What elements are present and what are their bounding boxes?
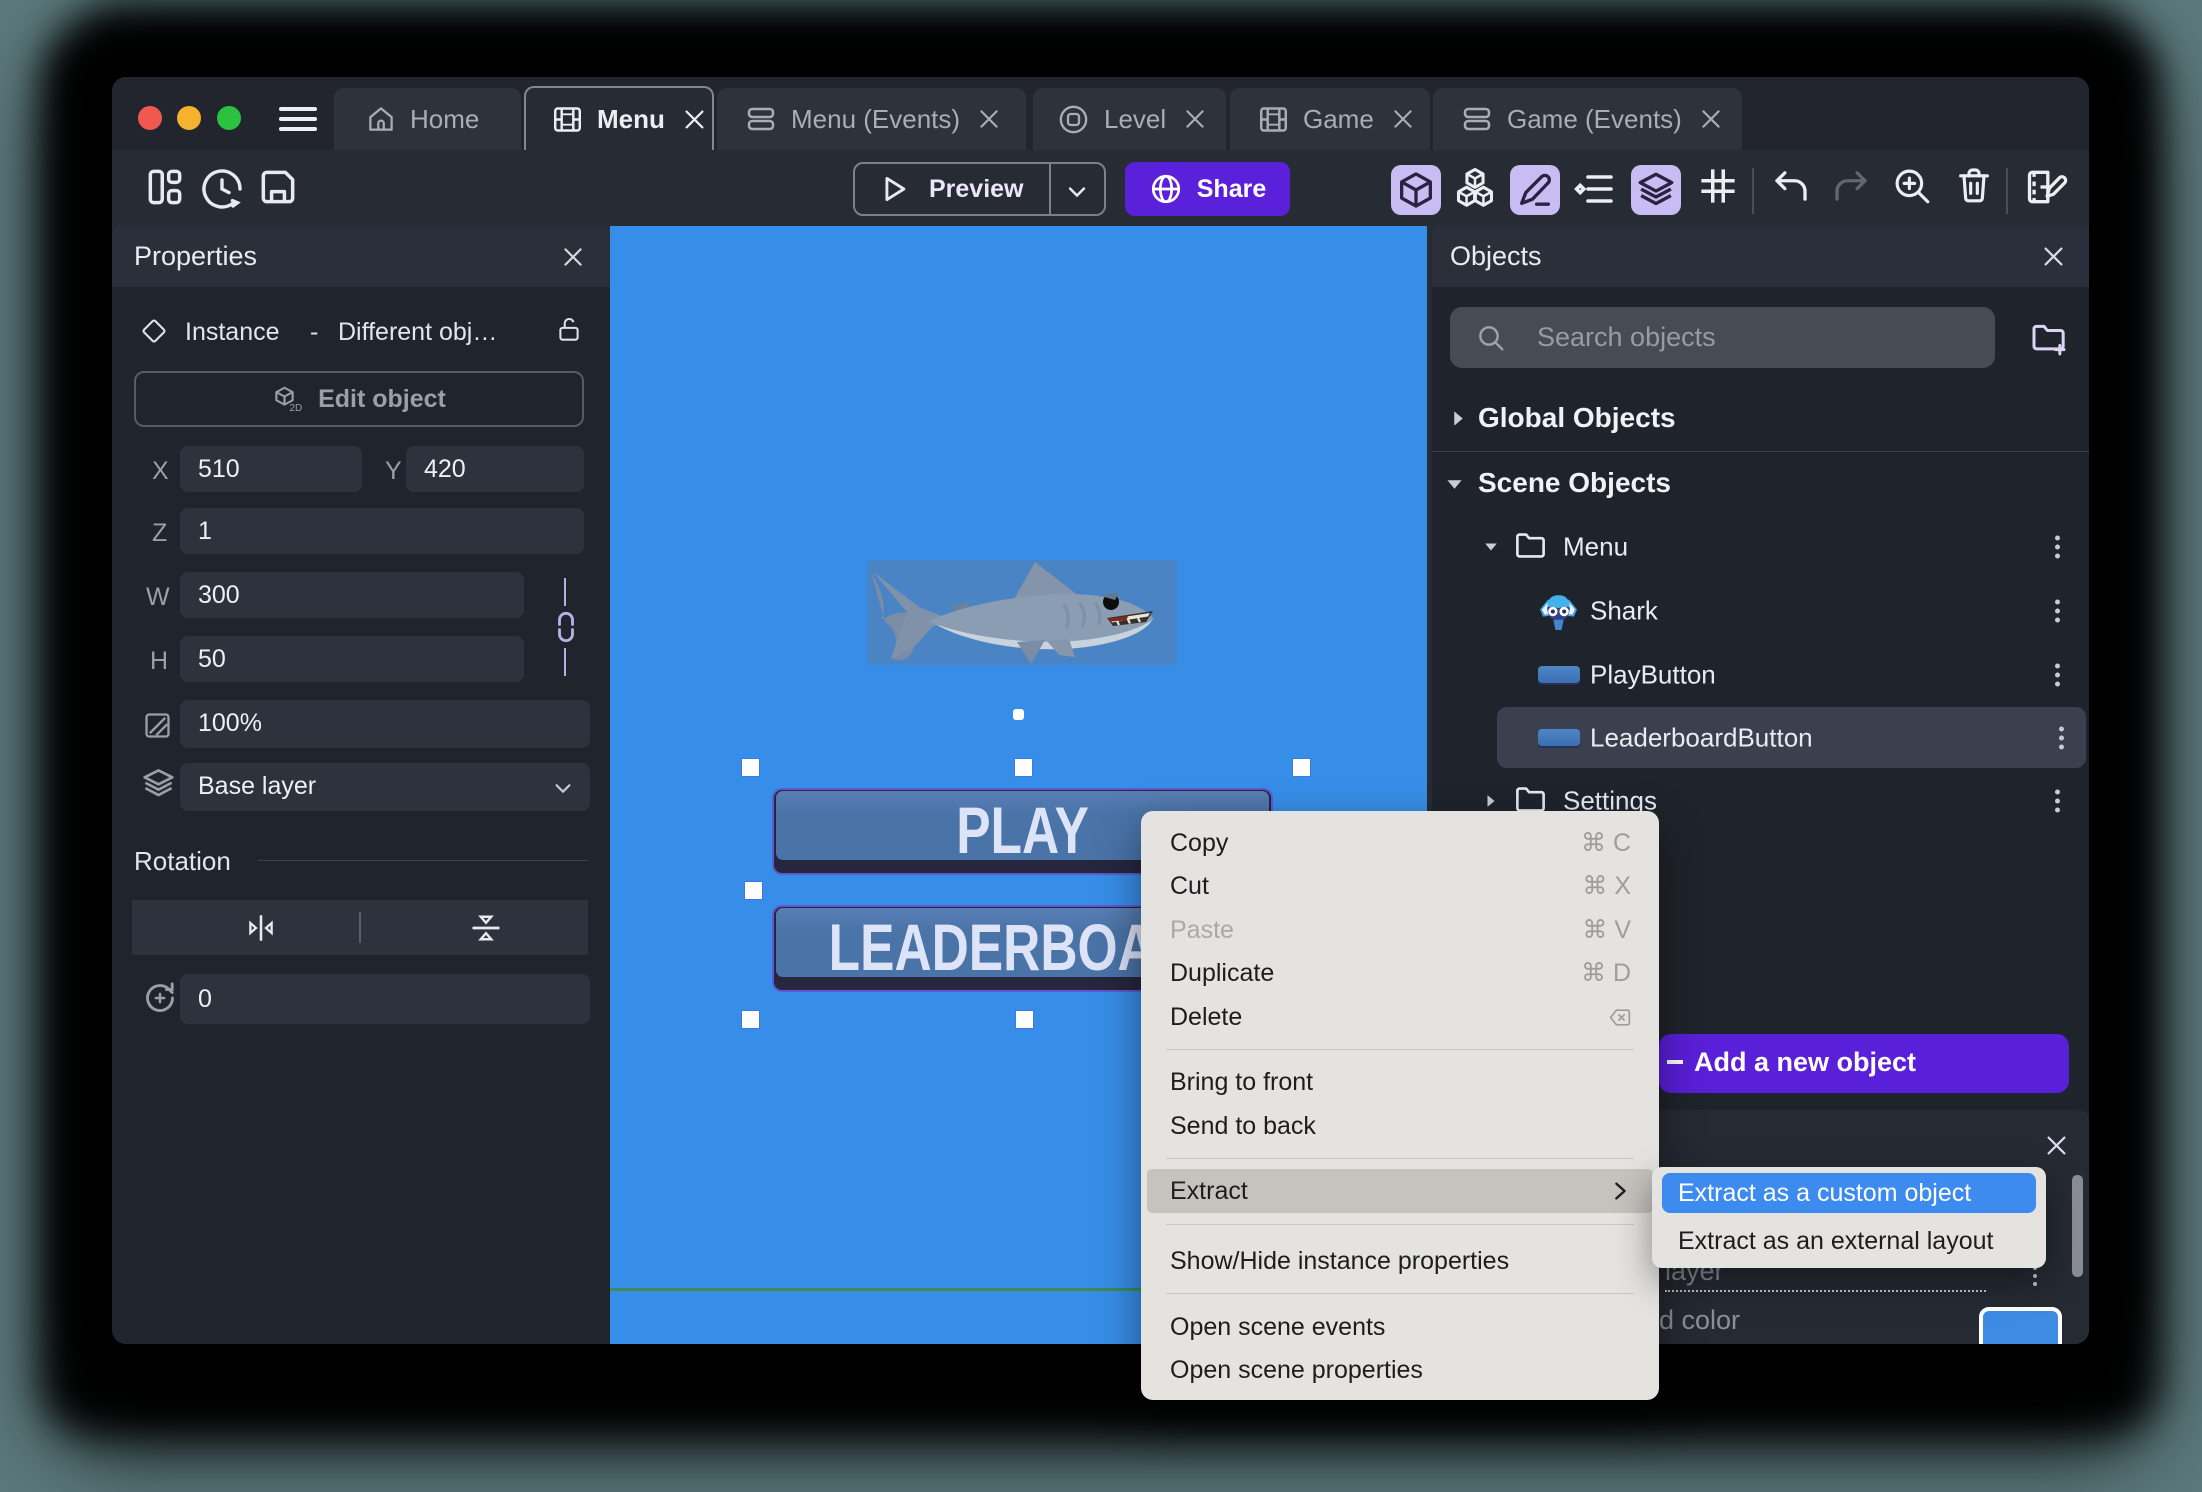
svg-text:2D: 2D <box>290 403 303 414</box>
